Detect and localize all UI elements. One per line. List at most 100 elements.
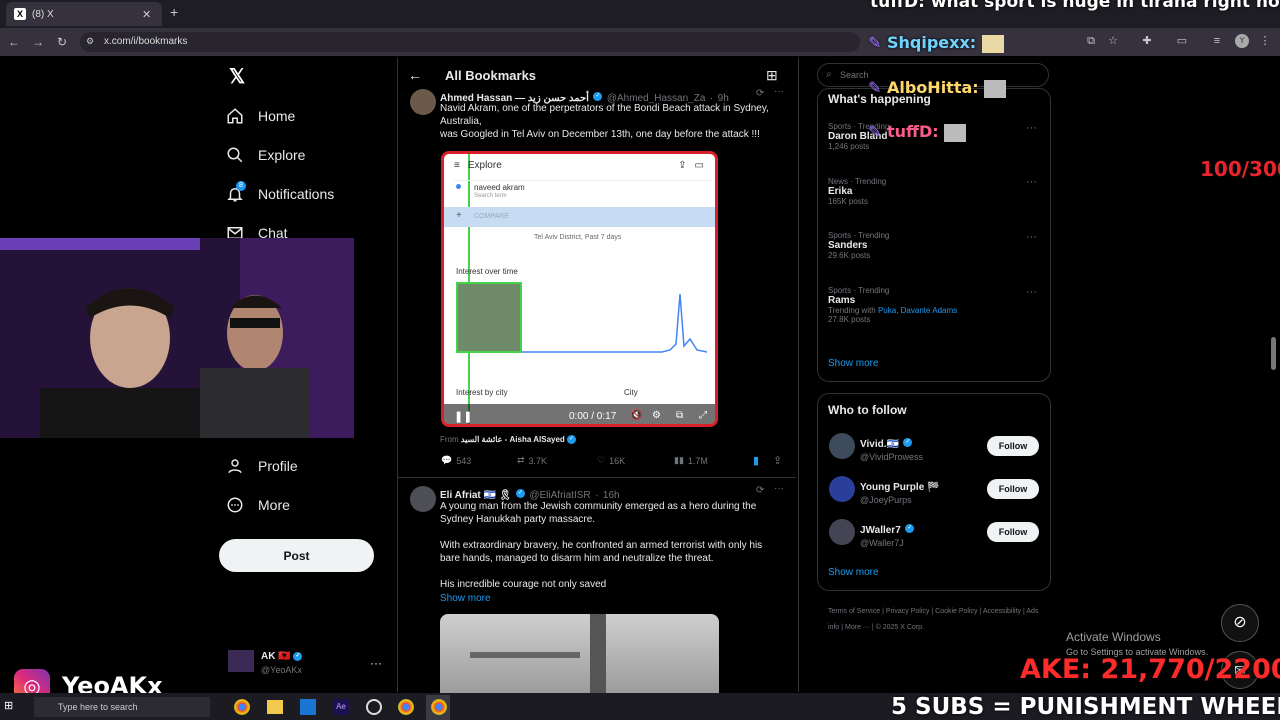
fullscreen-icon[interactable]: ⤢ bbox=[699, 410, 707, 421]
follow-show-more[interactable]: Show more bbox=[828, 567, 879, 578]
follow-user[interactable]: JWaller7 ✓ @Waller7J bbox=[860, 520, 915, 548]
follow-button[interactable]: Follow bbox=[987, 522, 1039, 542]
follow-button[interactable]: Follow bbox=[987, 479, 1039, 499]
like-action[interactable]: ♡ 16K bbox=[597, 455, 625, 466]
obs-icon[interactable] bbox=[366, 699, 382, 715]
tweet1-from-name[interactable]: عائشة السيد - Aisha AlSayed bbox=[461, 435, 565, 444]
back-arrow-icon[interactable]: ← bbox=[408, 67, 422, 83]
follow-avatar[interactable] bbox=[829, 433, 855, 459]
forward-icon[interactable]: → bbox=[30, 34, 46, 50]
reload-icon[interactable]: ↻ bbox=[54, 34, 70, 50]
back-icon[interactable]: ← bbox=[6, 34, 22, 50]
trend-more-icon[interactable]: ··· bbox=[1026, 122, 1037, 134]
follow-avatar[interactable] bbox=[829, 476, 855, 502]
footer-link[interactable]: Privacy Policy bbox=[886, 608, 930, 615]
trend-more-icon[interactable]: ··· bbox=[1026, 231, 1037, 243]
footer-link[interactable]: Cookie Policy bbox=[935, 608, 977, 615]
extensions-icon[interactable]: ✚ bbox=[1140, 34, 1154, 48]
grok-icon[interactable]: ⊘ bbox=[1221, 604, 1259, 642]
profile-avatar-icon[interactable]: Y bbox=[1235, 34, 1249, 48]
nav-notifications-label: Notifications bbox=[258, 186, 335, 202]
bookmark-star-icon[interactable]: ☆ bbox=[1106, 34, 1120, 48]
explore-header: Explore bbox=[467, 160, 502, 171]
trend-item[interactable]: Sports · Trending Sanders 29.6K posts bbox=[828, 231, 1038, 260]
site-info-icon[interactable]: ⚙ bbox=[86, 36, 96, 46]
account-avatar[interactable] bbox=[228, 650, 254, 672]
nav-explore-label: Explore bbox=[258, 147, 306, 163]
nav-profile[interactable]: Profile bbox=[224, 451, 298, 481]
trend-more-icon[interactable]: ··· bbox=[1026, 176, 1037, 188]
nav-more-label: More bbox=[258, 497, 290, 513]
follow-user[interactable]: Young Purple 🏁 @JoeyPurps bbox=[860, 477, 940, 505]
trend-more-icon[interactable]: ··· bbox=[1026, 286, 1037, 298]
tweet1-video[interactable]: ≡ Explore ⇪ ▭ naveed akram Search term +… bbox=[441, 151, 718, 427]
account-handle: @YeoAKx bbox=[261, 665, 302, 675]
bookmark-icon[interactable]: ▮ bbox=[753, 454, 759, 467]
follow-avatar[interactable] bbox=[829, 519, 855, 545]
tweet1-avatar[interactable] bbox=[410, 89, 436, 115]
sidebar-icon[interactable]: ▭ bbox=[1175, 34, 1189, 48]
trends-show-more[interactable]: Show more bbox=[828, 358, 879, 369]
chrome-icon[interactable] bbox=[431, 699, 447, 715]
taskbar-search-input[interactable]: Type here to search bbox=[34, 697, 210, 717]
grok-icon[interactable]: ⟳ bbox=[756, 88, 764, 99]
pause-icon[interactable]: ❚❚ bbox=[454, 410, 472, 423]
x-logo-icon[interactable]: 𝕏 bbox=[226, 66, 248, 88]
browser-menu-icon[interactable]: ⋮ bbox=[1258, 34, 1272, 48]
new-tab-icon[interactable]: + bbox=[170, 4, 184, 22]
menu-icon: ≡ bbox=[454, 160, 460, 171]
tab-title: (8) X bbox=[32, 8, 54, 20]
settings-icon[interactable]: ⚙ bbox=[652, 410, 661, 421]
start-icon[interactable]: ⊞ bbox=[4, 699, 18, 713]
repost-action[interactable]: ⇄ 3.7K bbox=[517, 455, 547, 466]
nav-home[interactable]: Home bbox=[224, 101, 295, 131]
url-input[interactable]: x.com/i/bookmarks bbox=[80, 32, 860, 52]
after-effects-icon[interactable]: Ae bbox=[333, 699, 349, 715]
heart-icon: ♡ bbox=[597, 455, 606, 465]
webcam-overlay bbox=[0, 238, 354, 438]
account-menu-icon[interactable]: ··· bbox=[370, 656, 382, 670]
nav-more[interactable]: More bbox=[224, 490, 290, 520]
file-explorer-icon[interactable] bbox=[267, 700, 283, 714]
tweet2-more-icon[interactable]: ··· bbox=[774, 483, 784, 494]
store-icon[interactable] bbox=[300, 699, 316, 715]
tweet2-avatar[interactable] bbox=[410, 486, 436, 512]
volume-icon[interactable]: 🔇 bbox=[630, 410, 642, 421]
tweet2-text: A young man from the Jewish community em… bbox=[440, 501, 763, 590]
home-icon bbox=[224, 105, 246, 127]
reply-action[interactable]: 💬 543 bbox=[441, 455, 471, 466]
video-time: 0:00 / 0:17 bbox=[569, 411, 617, 422]
search-term-sub: Search term bbox=[474, 193, 507, 199]
tweet2-show-more[interactable]: Show more bbox=[440, 593, 491, 604]
tweet2-media[interactable] bbox=[440, 614, 719, 693]
footer-links: Terms of Service | Privacy Policy | Cook… bbox=[828, 608, 1039, 631]
nav-profile-label: Profile bbox=[258, 458, 298, 474]
tweet1-text: Navid Akram, one of the perpetrators of … bbox=[440, 103, 769, 140]
page-scrollbar[interactable] bbox=[1271, 337, 1276, 370]
repost-icon: ⇄ bbox=[517, 455, 525, 465]
footer-link[interactable]: More ··· bbox=[845, 624, 870, 631]
views-action[interactable]: ▮▮ 1.7M bbox=[674, 455, 708, 466]
follow-button[interactable]: Follow bbox=[987, 436, 1039, 456]
post-button[interactable]: Post bbox=[219, 539, 374, 572]
cast-icon[interactable]: ⧉ bbox=[1084, 34, 1098, 48]
follow-user[interactable]: Vivid.🇮🇱 ✓ @VividProwess bbox=[860, 434, 923, 462]
trend-item[interactable]: Sports · Trending Rams Trending with Puk… bbox=[828, 286, 1038, 324]
nav-notifications[interactable]: 8 Notifications bbox=[224, 179, 334, 209]
new-folder-icon[interactable]: ⊞ bbox=[766, 67, 778, 84]
chrome-icon[interactable] bbox=[234, 699, 250, 715]
share-icon[interactable]: ⇪ bbox=[773, 454, 782, 467]
tweet1-from: From عائشة السيد - Aisha AlSayed ✓ bbox=[440, 435, 577, 445]
footer-link[interactable]: Accessibility bbox=[983, 608, 1021, 615]
tweet1-more-icon[interactable]: ··· bbox=[774, 86, 784, 97]
media-icon[interactable]: ≡ bbox=[1210, 34, 1224, 48]
nav-explore[interactable]: Explore bbox=[224, 140, 305, 170]
grok-icon[interactable]: ⟳ bbox=[756, 485, 764, 496]
pip-icon[interactable]: ⧉ bbox=[676, 410, 683, 421]
browser-tab[interactable]: X (8) X ✕ bbox=[6, 2, 162, 26]
chrome-icon[interactable] bbox=[398, 699, 414, 715]
x-logo-icon: X bbox=[14, 8, 26, 20]
close-tab-icon[interactable]: ✕ bbox=[142, 8, 156, 21]
trend-item[interactable]: News · Trending Erika 165K posts bbox=[828, 177, 1038, 206]
footer-link[interactable]: Terms of Service bbox=[828, 608, 880, 615]
